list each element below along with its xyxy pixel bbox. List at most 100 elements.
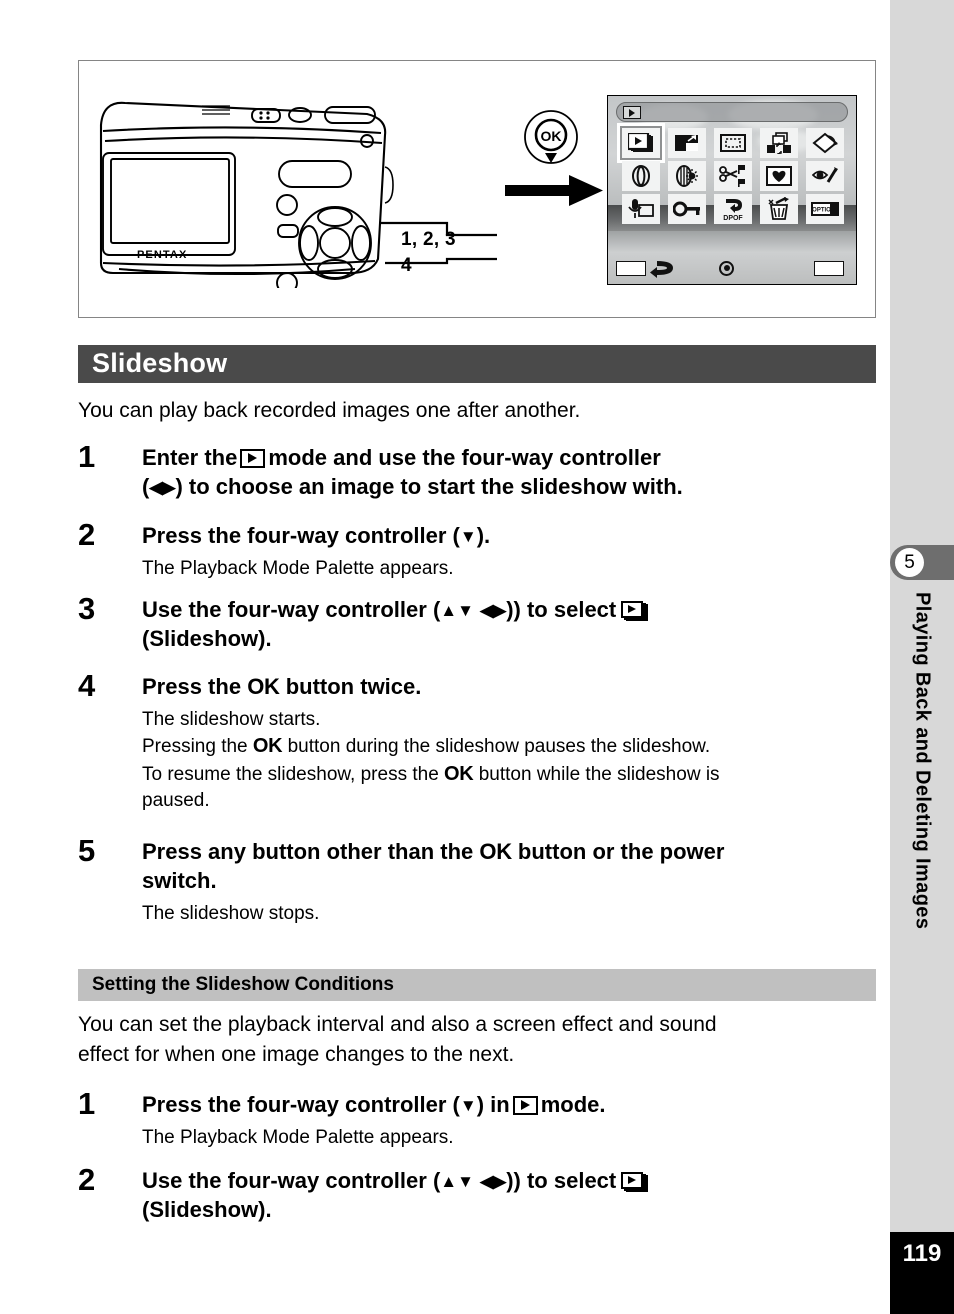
slideshow-icon [621,1172,649,1192]
step-4-note-line4: paused. [142,790,210,812]
step-5: 5 Press any button other than the OK but… [78,833,883,927]
palette-row [622,161,844,191]
callout-steps-123: 1, 2, 3 [401,229,456,250]
step-4-note-line1: The slideshow starts. [142,709,321,731]
svg-text:OK: OK [541,128,562,144]
left-arrow-glyph: ◀ [480,1172,494,1191]
up-arrow-glyph: ▲ [440,1172,458,1191]
palette-item-image-copy[interactable] [760,128,798,158]
sub-step-1-text-b: ) in [476,1092,510,1117]
step-4-note-line2a: Pressing the [142,736,248,758]
sub-step-2-close-paren: ) [506,1168,514,1193]
down-arrow-glyph: ▼ [457,1172,474,1191]
sub-step-1-text-c: mode. [540,1092,606,1117]
playback-mode-icon [623,106,641,119]
palette-item-brightness-filter[interactable] [668,161,706,191]
step-2-number: 2 [78,517,96,552]
playback-mode-icon [512,1096,538,1115]
step-4: 4 Press the OK button twice. The slidesh… [78,668,883,815]
section-intro: You can play back recorded images one af… [78,399,581,422]
step-4-text-b: button twice. [285,674,422,699]
record-dot-icon [719,260,734,276]
ok-button-label: OK [247,674,280,699]
sub-step-2-text-b: ) to select [513,1168,617,1193]
right-arrow-icon [505,175,603,206]
chapter-number: 5 [895,548,924,577]
step-2-text-b: ). [476,523,491,548]
playback-mode-icon [240,449,266,468]
startup-label: OPTIO [812,208,831,214]
step-3-text-c: (Slideshow). [142,626,272,652]
step-4-note-line2b: button during the slideshow pauses the s… [287,736,711,758]
slideshow-icon [621,601,649,621]
palette-item-resize[interactable] [668,128,706,158]
step-2-text: Press the four-way controller (▼). [142,521,883,550]
palette-item-start-up-screen[interactable]: OPTIO [806,194,844,224]
step-4-text-a: Press the [142,674,242,699]
sub-step-1-text: Press the four-way controller (▼) in mode… [142,1090,883,1119]
sub-step-2-text: Use the four-way controller (▲▼ ◀▶)) to … [142,1166,883,1224]
palette-bottom-bar [608,256,856,280]
step-5-text-a: Press any button other than the [142,839,474,864]
camera-illustration: PENTAX [89,83,409,294]
step-2-text-a: Press the four-way controller ( [142,523,460,548]
step-1-text-b: mode and use the four-way controller [268,445,661,470]
step-5-text: Press any button other than the OK butto… [142,837,883,895]
camera-brand-label: PENTAX [137,249,187,261]
down-arrow-glyph: ▼ [457,601,474,620]
step-4-number: 4 [78,668,96,703]
palette-item-cropping[interactable] [714,128,752,158]
step-3-text: Use the four-way controller (▲▼ ◀▶)) to … [142,595,883,653]
step-2: 2 Press the four-way controller (▼). The… [78,517,883,582]
left-arrow-glyph: ◀ [149,478,163,498]
sub-step-2-text-c: (Slideshow). [142,1197,272,1223]
ok-button-icon: OK [524,110,578,164]
step-1: 1 Enter the mode and use the four-way con… [78,439,883,501]
chapter-sidebar: 5 Playing Back and Deleting Images [890,0,954,1314]
palette-item-dpof[interactable]: DPOF [714,194,752,224]
sub-step-1-note: The Playback Mode Palette appears. [142,1127,454,1149]
palette-item-digital-filter[interactable] [622,161,660,191]
subsection-heading: Setting the Slideshow Conditions [78,969,876,1001]
step-4-text: Press the OK button twice. [142,672,883,701]
step-3-text-a: Use the four-way controller ( [142,597,441,622]
palette-item-image-rotation[interactable] [806,128,844,158]
green-button-right[interactable] [814,260,844,276]
callout-step-4: 4 [401,255,412,276]
sub-step-2: 2 Use the four-way controller (▲▼ ◀▶)) t… [78,1162,883,1224]
sub-step-1: 1 Press the four-way controller (▼) in mo… [78,1086,883,1151]
palette-item-protect[interactable] [668,194,706,224]
ok-button-label: OK [444,762,474,785]
right-arrow-glyph: ▶ [493,1172,507,1191]
step-3-text-b: ) to select [513,597,617,622]
step-3-number: 3 [78,591,96,626]
step-1-text: Enter the mode and use the four-way contr… [142,443,883,501]
step-4-note: The slideshow starts. Pressing the OK bu… [142,707,883,815]
palette-item-red-eye-compensation[interactable] [806,161,844,191]
palette-item-frame-composite[interactable] [760,161,798,191]
palette-item-voice-memo[interactable] [622,194,660,224]
section-heading: Slideshow [78,345,876,383]
subsection-intro-line1: You can set the playback interval and al… [78,1013,717,1036]
step-5-note: The slideshow stops. [142,903,320,925]
step-4-note-line3b: button while the slideshow is [478,763,720,785]
sub-step-1-text-a: Press the four-way controller ( [142,1092,460,1117]
palette-icon-grid: DPOF OPTIO [617,123,844,227]
green-button-left[interactable] [616,260,646,276]
right-arrow-glyph: ▶ [493,601,507,620]
palette-item-slideshow[interactable] [617,123,665,163]
chapter-title: Playing Back and Deleting Images [890,592,954,1212]
palette-item-movie-edit[interactable] [714,161,752,191]
sub-step-2-number: 2 [78,1162,96,1197]
page-number: 119 [890,1232,954,1314]
palette-item-delete[interactable] [760,194,798,224]
step-3: 3 Use the four-way controller (▲▼ ◀▶)) t… [78,591,883,653]
left-arrow-glyph: ◀ [480,601,494,620]
up-arrow-glyph: ▲ [440,601,458,620]
down-arrow-glyph: ▼ [459,527,477,546]
subsection-intro: You can set the playback interval and al… [78,1010,878,1071]
chapter-tab: 5 [890,545,954,580]
playback-mode-palette-screen: DPOF OPTIO [607,95,857,285]
right-arrow-glyph: ▶ [162,478,176,498]
step-4-note-line3a: To resume the slideshow, press the [142,763,439,785]
